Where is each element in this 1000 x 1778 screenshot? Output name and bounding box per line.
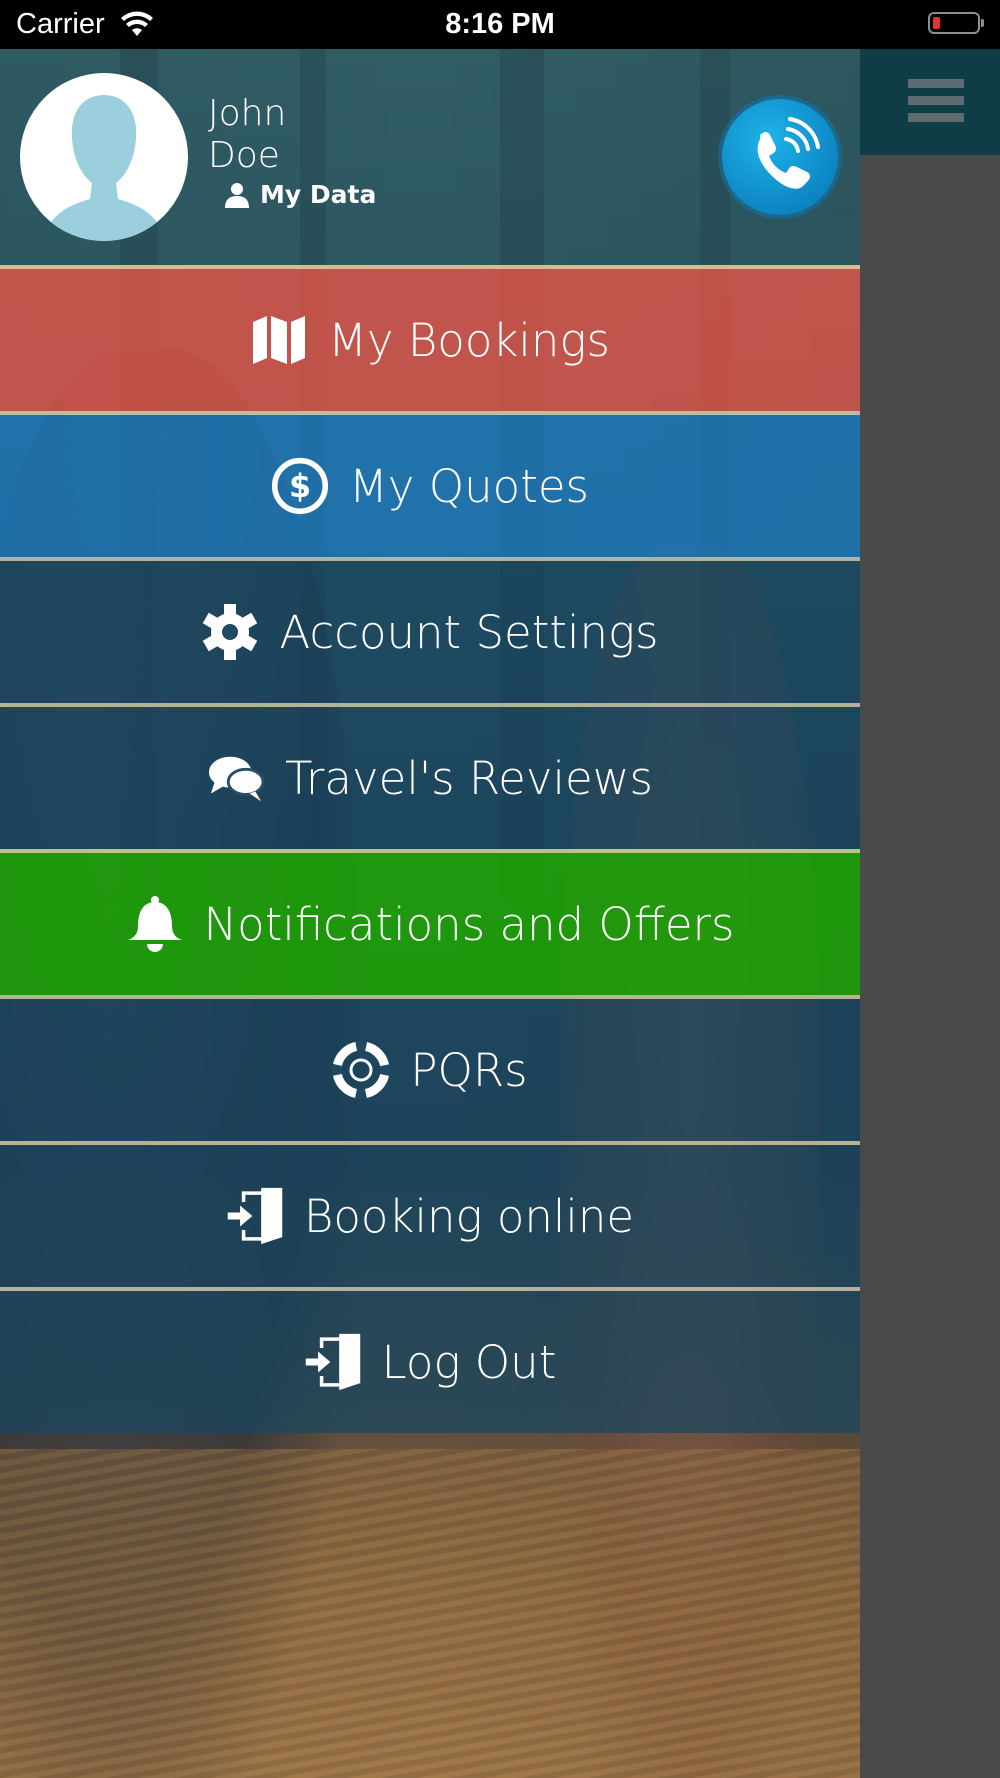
top-nav-bar xyxy=(860,49,1000,155)
bell-icon xyxy=(126,895,184,953)
chat-bubbles-icon xyxy=(207,749,265,807)
menu-item-my-quotes[interactable]: $ My Quotes xyxy=(0,411,860,557)
side-drawer: John Doe My Data My Bookings $ My Quotes… xyxy=(0,49,860,1778)
hamburger-menu-icon[interactable] xyxy=(908,79,964,123)
my-data-link[interactable]: My Data xyxy=(224,180,376,209)
call-button[interactable] xyxy=(722,99,838,215)
menu-item-booking-online[interactable]: Booking online xyxy=(0,1141,860,1287)
menu-item-label: Booking online xyxy=(303,1189,635,1243)
menu-item-pqrs[interactable]: PQRs xyxy=(0,995,860,1141)
sign-in-icon xyxy=(304,1333,362,1391)
user-silhouette-icon xyxy=(42,95,166,241)
menu-item-label: PQRs xyxy=(410,1043,528,1097)
menu-item-account-settings[interactable]: Account Settings xyxy=(0,557,860,703)
svg-text:$: $ xyxy=(289,468,311,505)
main-content-overlay[interactable] xyxy=(860,49,1000,1778)
my-data-label: My Data xyxy=(260,180,377,209)
menu-item-label: Travel's Reviews xyxy=(285,751,653,805)
clock: 8:16 PM xyxy=(445,8,555,40)
menu-item-log-out[interactable]: Log Out xyxy=(0,1287,860,1433)
menu-item-travels-reviews[interactable]: Travel's Reviews xyxy=(0,703,860,849)
status-bar: Carrier 8:16 PM xyxy=(0,0,1000,49)
user-last-name: Doe xyxy=(208,135,280,176)
menu-item-label: Log Out xyxy=(381,1335,557,1389)
menu-item-label: My Bookings xyxy=(328,313,610,367)
menu-item-label: My Quotes xyxy=(348,459,589,513)
dollar-circle-icon: $ xyxy=(271,457,329,515)
drawer-menu: My Bookings $ My Quotes Account Settings… xyxy=(0,265,860,1433)
menu-item-label: Notifications and Offers xyxy=(203,897,735,951)
map-icon xyxy=(250,311,308,369)
battery-icon xyxy=(928,12,984,34)
life-ring-icon xyxy=(332,1041,391,1099)
sign-in-icon xyxy=(226,1187,284,1245)
menu-item-label: Account Settings xyxy=(279,605,659,659)
user-icon xyxy=(225,182,249,208)
user-first-name: John xyxy=(208,93,287,134)
phone-call-icon xyxy=(757,117,820,189)
profile-header: John Doe My Data xyxy=(0,49,860,265)
gear-icon xyxy=(201,603,259,661)
menu-item-my-bookings[interactable]: My Bookings xyxy=(0,265,860,411)
menu-item-notifications-offers[interactable]: Notifications and Offers xyxy=(0,849,860,995)
avatar[interactable] xyxy=(20,73,188,241)
